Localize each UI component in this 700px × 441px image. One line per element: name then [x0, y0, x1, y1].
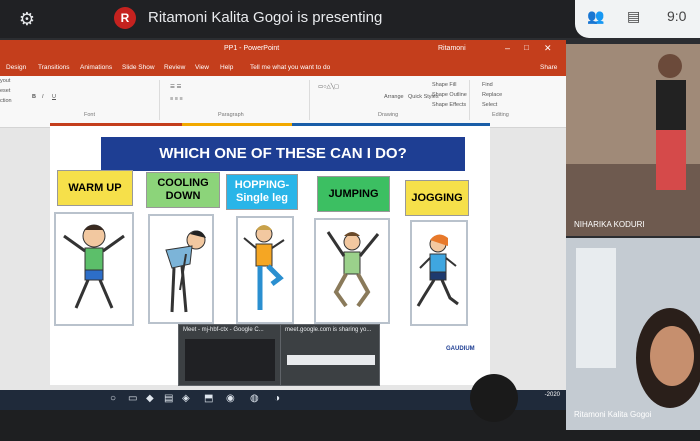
- ppt-doc-title: PP1 - PowerPoint: [224, 45, 280, 52]
- close-icon[interactable]: ✕: [544, 43, 552, 54]
- meet-top-right-panel: 👥 ▤ 9:0: [575, 0, 700, 38]
- option-jogging[interactable]: JOGGING: [405, 180, 469, 216]
- task-view-icon[interactable]: ▭: [128, 393, 137, 404]
- app-icon[interactable]: ⬒: [204, 393, 213, 404]
- option-label: JUMPING: [328, 187, 379, 200]
- maximize-icon[interactable]: □: [524, 43, 529, 52]
- participant-video: [656, 54, 686, 190]
- presenter-avatar: R: [114, 7, 136, 29]
- presenting-title: Ritamoni Kalita Gogoi is presenting: [148, 9, 383, 26]
- option-cooling-down[interactable]: COOLING DOWN: [146, 172, 220, 208]
- jogging-figure: [416, 234, 459, 307]
- app-icon[interactable]: ◉: [226, 393, 235, 404]
- shape-fill-button[interactable]: Shape Fill: [432, 82, 456, 88]
- app-icon[interactable]: ◑: [274, 393, 280, 404]
- tab-slide-show[interactable]: Slide Show: [122, 64, 155, 71]
- meet-window: ⚙ R Ritamoni Kalita Gogoi is presenting …: [0, 0, 700, 441]
- tab-review[interactable]: Review: [164, 64, 185, 71]
- shapes-gallery-icon[interactable]: ▭○△╲▢: [318, 84, 339, 90]
- stop-sharing-bar[interactable]: [287, 355, 375, 365]
- popup-title: Meet - mj-hbf-ctx - Google C...: [183, 327, 264, 333]
- card-hopping[interactable]: [236, 216, 294, 324]
- option-label: JOGGING: [411, 191, 463, 204]
- bullets-icon[interactable]: ☰ ☰: [170, 84, 181, 90]
- participant-name: NIHARIKA KODURI: [574, 220, 645, 229]
- meet-tab-preview[interactable]: Meet - mj-hbf-ctx - Google C...: [178, 324, 282, 386]
- replace-button[interactable]: Replace: [482, 92, 502, 98]
- tab-transitions[interactable]: Transitions: [38, 64, 70, 71]
- hopping-figure: [243, 225, 285, 310]
- taskbar-clock: -2020: [544, 392, 560, 398]
- slide-heading: WHICH ONE OF THESE CAN I DO?: [101, 137, 465, 171]
- start-icon[interactable]: ○: [110, 393, 116, 404]
- shape-outline-button[interactable]: Shape Outline: [432, 92, 467, 98]
- option-label: COOLING DOWN: [157, 177, 209, 202]
- sharing-notification[interactable]: meet.google.com is sharing yo...: [280, 324, 380, 386]
- app-icon[interactable]: ▤: [164, 393, 173, 404]
- app-icon[interactable]: ◈: [182, 393, 190, 404]
- participant-video: [566, 238, 700, 430]
- section-button[interactable]: ction: [0, 98, 12, 104]
- editing-group: Find Replace Select Editing: [470, 80, 530, 120]
- jumping-figure: [326, 231, 380, 308]
- meet-top-bar: ⚙ R Ritamoni Kalita Gogoi is presenting …: [0, 0, 700, 38]
- participant-tile-niharika[interactable]: NIHARIKA KODURI: [566, 44, 700, 236]
- arrange-button[interactable]: Arrange: [384, 94, 404, 100]
- italic-icon[interactable]: I: [42, 94, 44, 100]
- editing-group-label: Editing: [492, 112, 509, 118]
- option-hopping[interactable]: HOPPING- Single leg: [226, 174, 298, 210]
- warm-up-figure: [63, 224, 125, 309]
- reset-button[interactable]: eset: [0, 88, 10, 94]
- tab-help[interactable]: Help: [220, 64, 233, 71]
- card-cooling-down[interactable]: [148, 214, 214, 324]
- chrome-icon[interactable]: ◍: [250, 393, 259, 404]
- paragraph-group: ☰ ☰ ≡ ≡ ≡ Paragraph: [160, 80, 310, 120]
- bold-icon[interactable]: B: [32, 94, 36, 100]
- card-jogging[interactable]: [410, 220, 468, 326]
- find-button[interactable]: Find: [482, 82, 493, 88]
- share-button[interactable]: Share: [540, 64, 557, 71]
- paragraph-group-label: Paragraph: [218, 112, 244, 118]
- shape-effects-button[interactable]: Shape Effects: [432, 102, 466, 108]
- option-label: HOPPING- Single leg: [234, 179, 290, 204]
- clock-time: 9:0: [667, 8, 687, 24]
- cooling-down-figure: [165, 230, 206, 313]
- preview-thumbnail: [185, 339, 275, 381]
- option-warm-up[interactable]: WARM UP: [57, 170, 133, 206]
- cursor-overlay: [470, 374, 518, 422]
- slide-top-stripe: [50, 123, 490, 126]
- tell-me-search[interactable]: Tell me what you want to do: [250, 64, 330, 71]
- font-group: B I U Font: [28, 80, 160, 120]
- participant-tile-ritamoni[interactable]: Ritamoni Kalita Gogoi: [566, 238, 700, 430]
- drawing-group: ▭○△╲▢ Arrange Quick Styles Shape Fill Sh…: [310, 80, 470, 120]
- card-jumping[interactable]: [314, 218, 390, 324]
- gaudium-logo: GAUDIUM: [446, 346, 475, 352]
- option-jumping[interactable]: JUMPING: [317, 176, 390, 212]
- font-group-label: Font: [84, 112, 96, 118]
- tab-animations[interactable]: Animations: [80, 64, 112, 71]
- ppt-user-name: Ritamoni: [438, 45, 466, 52]
- participant-name: Ritamoni Kalita Gogoi: [574, 410, 652, 419]
- tab-design[interactable]: Design: [6, 64, 26, 71]
- people-icon[interactable]: 👥: [587, 8, 604, 25]
- select-button[interactable]: Select: [482, 102, 497, 108]
- tab-view[interactable]: View: [195, 64, 209, 71]
- layout-button[interactable]: yout: [0, 78, 10, 84]
- align-icon[interactable]: ≡ ≡ ≡: [170, 96, 183, 102]
- card-warm-up[interactable]: [54, 212, 134, 326]
- underline-icon[interactable]: U: [52, 94, 56, 100]
- ppt-menubar: Design Transitions Animations Slide Show…: [0, 62, 566, 76]
- option-label: WARM UP: [68, 181, 122, 194]
- chat-icon[interactable]: ▤: [627, 8, 640, 25]
- ppt-titlebar: PP1 - PowerPoint Ritamoni – □ ✕: [0, 40, 566, 62]
- app-icon[interactable]: ◆: [146, 393, 154, 404]
- ppt-ribbon: yout eset ction B I U Font ☰ ☰ ≡ ≡ ≡ Par…: [0, 76, 566, 128]
- settings-gear-icon[interactable]: ⚙: [14, 6, 40, 32]
- drawing-group-label: Drawing: [378, 112, 399, 118]
- minimize-icon[interactable]: –: [505, 43, 510, 53]
- popup-title: meet.google.com is sharing yo...: [285, 327, 372, 333]
